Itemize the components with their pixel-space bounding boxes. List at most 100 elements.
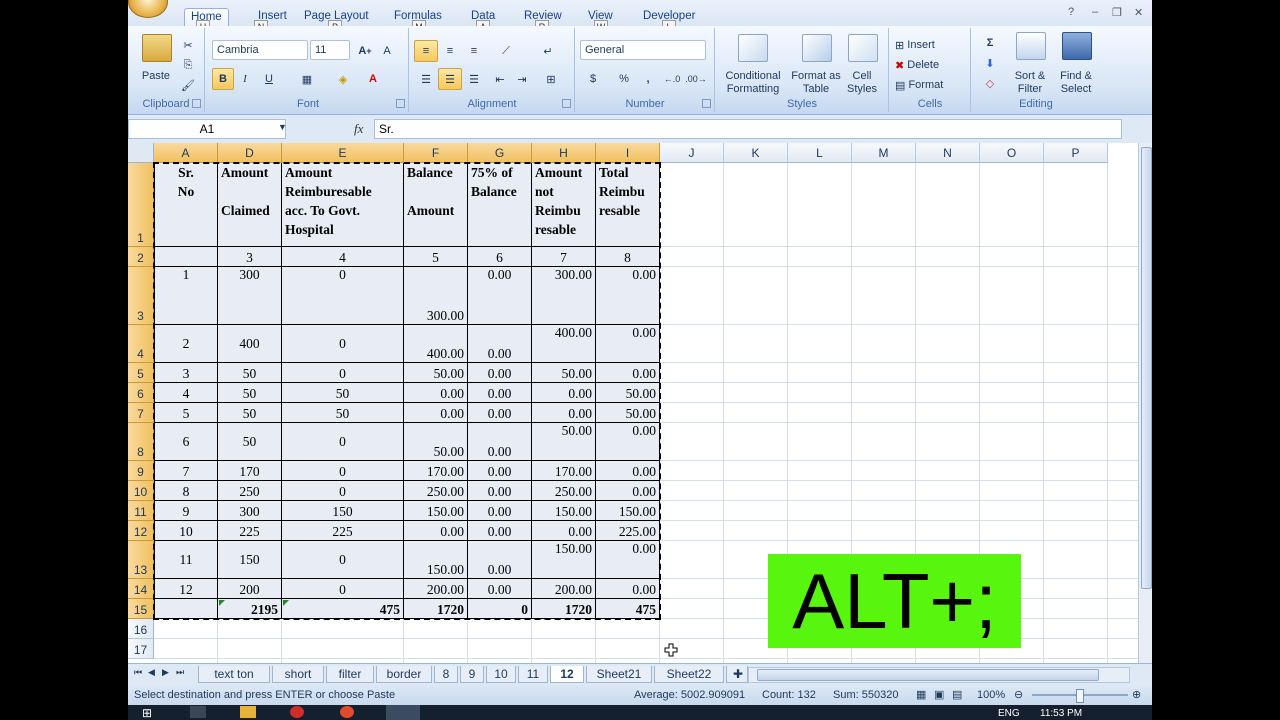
page-layout-view-icon[interactable]: ▣ bbox=[934, 685, 944, 705]
data-cell[interactable]: 225.00 bbox=[596, 521, 660, 541]
row-header-5[interactable]: 5 bbox=[128, 363, 154, 383]
task-view-icon[interactable] bbox=[190, 706, 206, 718]
total-cell[interactable]: 2195 bbox=[218, 599, 282, 619]
data-cell[interactable]: 150.00 bbox=[532, 501, 596, 521]
find-select-button[interactable]: Find & Select bbox=[1054, 70, 1098, 96]
data-cell[interactable]: 170.00 bbox=[532, 461, 596, 481]
insert-function-icon[interactable]: fx bbox=[354, 121, 363, 137]
borders-icon[interactable]: ▦ bbox=[294, 68, 320, 90]
align-left-icon[interactable]: ☰ bbox=[414, 68, 438, 90]
decrease-indent-icon[interactable]: ⇤ bbox=[488, 68, 512, 90]
data-cell[interactable]: 0.00 bbox=[532, 521, 596, 541]
row-header-9[interactable]: 9 bbox=[128, 461, 154, 481]
font-color-icon[interactable]: A bbox=[360, 68, 386, 90]
help-icon[interactable]: ? bbox=[1068, 6, 1074, 18]
shrink-font-icon[interactable]: A bbox=[376, 40, 398, 62]
align-center-icon[interactable]: ☰ bbox=[438, 68, 462, 90]
header-cell[interactable]: Total Reimbu resable bbox=[596, 163, 660, 247]
data-cell[interactable]: 150.00 bbox=[404, 501, 468, 521]
column-header-o[interactable]: O bbox=[980, 143, 1044, 163]
data-cell[interactable]: 0.00 bbox=[596, 579, 660, 599]
bold-button[interactable]: B bbox=[212, 68, 234, 90]
data-cell[interactable]: 400.00 bbox=[404, 325, 468, 363]
zoom-slider[interactable] bbox=[1032, 689, 1128, 703]
data-cell[interactable]: 0.00 bbox=[532, 383, 596, 403]
format-painter-icon[interactable]: 🖌 bbox=[178, 74, 198, 96]
data-cell[interactable]: 0.00 bbox=[596, 423, 660, 461]
data-cell[interactable]: 0.00 bbox=[404, 521, 468, 541]
data-cell[interactable]: 0.00 bbox=[532, 403, 596, 423]
header-cell[interactable]: Amount not Reimbu resable bbox=[532, 163, 596, 247]
data-cell[interactable]: 150.00 bbox=[404, 541, 468, 579]
column-header-a[interactable]: A bbox=[154, 143, 218, 163]
sheet-nav-last-icon[interactable]: ⏭ bbox=[176, 667, 184, 678]
header-cell[interactable]: Amount Reimburesable acc. To Govt. Hospital bbox=[282, 163, 404, 247]
align-bottom-icon[interactable]: ≡ bbox=[462, 40, 486, 62]
zoom-out-icon[interactable]: ⊖ bbox=[1014, 685, 1023, 705]
data-cell[interactable]: 300.00 bbox=[404, 267, 468, 325]
clear-icon[interactable]: ◇ bbox=[978, 72, 1002, 94]
number-format-select[interactable]: General bbox=[580, 40, 706, 60]
data-cell[interactable]: 0.00 bbox=[468, 481, 532, 501]
zoom-in-icon[interactable]: ⊕ bbox=[1132, 685, 1141, 705]
data-cell[interactable]: 300 bbox=[218, 267, 282, 325]
data-cell[interactable]: 50.00 bbox=[404, 363, 468, 383]
column-header-j[interactable]: J bbox=[660, 143, 724, 163]
data-cell[interactable]: 0.00 bbox=[468, 579, 532, 599]
sheet-tab-8[interactable]: 8 bbox=[434, 666, 458, 683]
formula-input[interactable]: Sr. bbox=[374, 119, 1122, 139]
increase-indent-icon[interactable]: ⇥ bbox=[510, 68, 534, 90]
data-cell[interactable]: 0.00 bbox=[596, 461, 660, 481]
clipboard-launcher-icon[interactable] bbox=[192, 99, 201, 108]
data-cell[interactable]: 6 bbox=[154, 423, 218, 461]
office-button[interactable] bbox=[128, 0, 168, 18]
header-cell[interactable]: 75% of Balance bbox=[468, 163, 532, 247]
name-box-dropdown-icon[interactable]: ▼ bbox=[278, 122, 287, 132]
currency-button[interactable]: $ bbox=[580, 68, 606, 90]
column-header-f[interactable]: F bbox=[404, 143, 468, 163]
data-cell[interactable]: 0.00 bbox=[596, 363, 660, 383]
data-cell[interactable]: 50 bbox=[218, 383, 282, 403]
column-number-cell[interactable]: 3 bbox=[218, 247, 282, 267]
worksheet-grid[interactable]: A D E F G H I J K L M N O P 1 2 3 4 5 6 7 8 9 10 11 12 13 14 15 16 17 S… bbox=[128, 143, 1138, 663]
row-header-12[interactable]: 12 bbox=[128, 521, 154, 541]
row-header-6[interactable]: 6 bbox=[128, 383, 154, 403]
format-as-table-icon[interactable] bbox=[802, 34, 832, 62]
windows-start-icon[interactable]: ⊞ bbox=[142, 706, 152, 720]
sheet-nav-first-icon[interactable]: ⏮ bbox=[134, 667, 142, 678]
data-cell[interactable]: 150 bbox=[282, 501, 404, 521]
sort-filter-icon[interactable] bbox=[1016, 32, 1046, 60]
data-cell[interactable]: 0 bbox=[282, 579, 404, 599]
insert-sheet-icon[interactable]: ✚ bbox=[726, 666, 748, 683]
data-cell[interactable]: 0.00 bbox=[468, 325, 532, 363]
normal-view-icon[interactable]: ▦ bbox=[916, 685, 926, 705]
data-cell[interactable]: 2 bbox=[154, 325, 218, 363]
row-header-7[interactable]: 7 bbox=[128, 403, 154, 423]
horizontal-scrollbar[interactable] bbox=[748, 667, 1130, 683]
data-cell[interactable]: 0.00 bbox=[596, 481, 660, 501]
data-cell[interactable]: 0 bbox=[282, 423, 404, 461]
total-cell[interactable]: 475 bbox=[596, 599, 660, 619]
data-cell[interactable]: 50.00 bbox=[532, 363, 596, 383]
orientation-icon[interactable]: ⟋ bbox=[490, 40, 522, 62]
conditional-formatting-button[interactable]: Conditional Formatting bbox=[718, 70, 788, 96]
column-header-n[interactable]: N bbox=[916, 143, 980, 163]
row-header-2[interactable]: 2 bbox=[128, 247, 154, 267]
sheet-tab-10[interactable]: 10 bbox=[486, 666, 516, 683]
data-cell[interactable]: 11 bbox=[154, 541, 218, 579]
data-cell[interactable]: 50.00 bbox=[596, 383, 660, 403]
minimize-icon[interactable]: – bbox=[1092, 6, 1098, 18]
alignment-launcher-icon[interactable] bbox=[562, 99, 571, 108]
copy-icon[interactable]: ⎘ bbox=[178, 54, 198, 76]
cell-styles-button[interactable]: Cell Styles bbox=[842, 70, 882, 96]
page-break-view-icon[interactable]: ▤ bbox=[952, 685, 962, 705]
select-all-corner[interactable] bbox=[128, 143, 154, 163]
column-header-d[interactable]: D bbox=[218, 143, 282, 163]
row-header-10[interactable]: 10 bbox=[128, 481, 154, 501]
font-launcher-icon[interactable] bbox=[396, 99, 405, 108]
sheet-tab-short[interactable]: short bbox=[272, 666, 324, 683]
column-number-cell[interactable]: 8 bbox=[596, 247, 660, 267]
column-header-l[interactable]: L bbox=[788, 143, 852, 163]
total-cell[interactable] bbox=[154, 599, 218, 619]
delete-cells-button[interactable]: ✖ Delete bbox=[894, 54, 966, 76]
